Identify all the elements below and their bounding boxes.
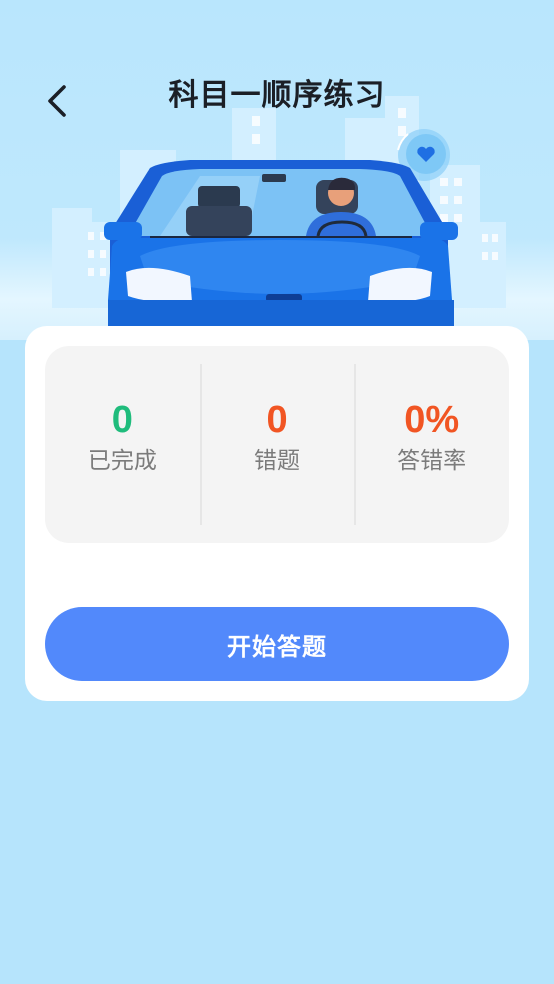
wrong-count: 0	[266, 399, 288, 441]
completed-count: 0	[111, 399, 133, 441]
wrong-label: 错题	[254, 448, 300, 474]
start-quiz-button[interactable]: 开始答题	[45, 607, 509, 681]
stat-error-rate: 0% 答错率	[354, 346, 509, 543]
car-icon	[104, 160, 458, 330]
practice-card: 0 已完成 0 错题 0% 答错率 开始答题	[25, 326, 529, 701]
page-title: 科目一顺序练习	[168, 78, 386, 113]
hero-banner	[0, 0, 554, 340]
error-rate-label: 答错率	[397, 448, 467, 474]
error-rate-value: 0%	[404, 399, 460, 441]
stats-panel: 0 已完成 0 错题 0% 答错率	[45, 346, 509, 543]
stat-wrong: 0 错题	[199, 346, 355, 543]
car-illustration	[52, 96, 506, 330]
stat-completed: 0 已完成	[45, 346, 200, 543]
completed-label: 已完成	[87, 448, 157, 474]
